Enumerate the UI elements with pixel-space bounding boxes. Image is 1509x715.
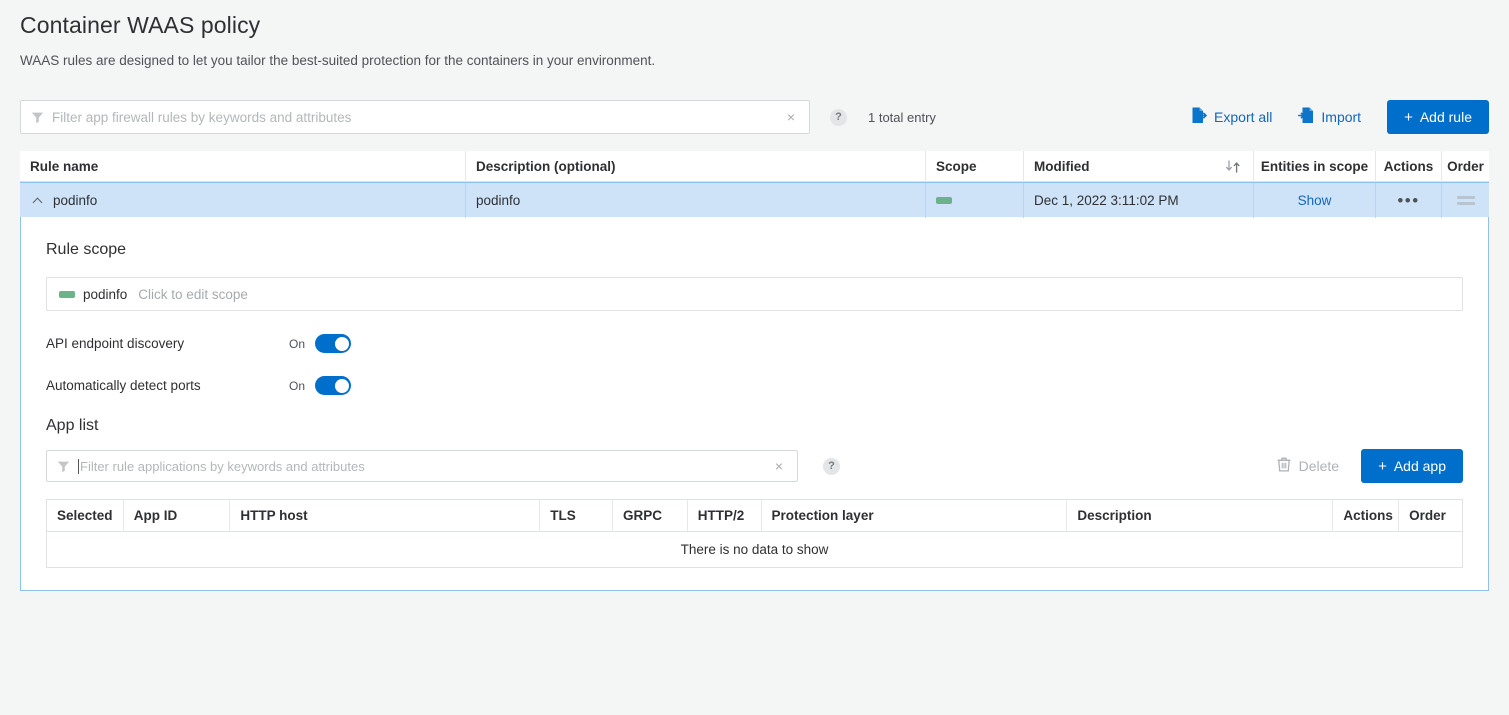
app-list-empty-message: There is no data to show — [47, 532, 1462, 567]
table-row[interactable]: podinfo podinfo Dec 1, 2022 3:11:02 PM S… — [20, 182, 1489, 217]
rule-name-label: podinfo — [53, 193, 97, 208]
add-rule-button[interactable]: + Add rule — [1387, 100, 1489, 134]
plus-icon: + — [1378, 459, 1387, 474]
cell-scope — [926, 183, 1024, 218]
app-list-toolbar: Filter rule applications by keywords and… — [46, 449, 1463, 483]
import-label: Import — [1321, 109, 1361, 125]
filter-icon — [31, 111, 44, 124]
cell-rule-name[interactable]: podinfo — [20, 183, 466, 218]
delete-app-label: Delete — [1299, 458, 1339, 474]
column-header-grpc[interactable]: GRPC — [613, 500, 688, 531]
column-header-http2[interactable]: HTTP/2 — [688, 500, 762, 531]
column-header-protection-layer[interactable]: Protection layer — [762, 500, 1068, 531]
cell-entities-in-scope[interactable]: Show — [1254, 183, 1376, 218]
cell-order[interactable] — [1442, 183, 1489, 218]
column-header-rule-name[interactable]: Rule name — [20, 151, 466, 182]
app-list-table: Selected App ID HTTP host TLS GRPC HTTP/… — [46, 499, 1463, 568]
app-list-help-icon[interactable]: ? — [823, 458, 840, 475]
rule-scope-value: podinfo — [83, 287, 127, 302]
export-icon — [1191, 107, 1214, 127]
rules-filter-placeholder: Filter app firewall rules by keywords an… — [52, 110, 779, 125]
column-header-order: Order — [1442, 151, 1489, 182]
column-header-actions: Actions — [1376, 151, 1442, 182]
delete-app-button[interactable]: Delete — [1277, 457, 1339, 475]
import-button[interactable]: Import — [1298, 107, 1361, 127]
page-header: Container WAAS policy WAAS rules are des… — [0, 0, 1509, 68]
cell-description: podinfo — [466, 183, 926, 218]
export-all-button[interactable]: Export all — [1191, 107, 1272, 127]
app-filter-input[interactable]: Filter rule applications by keywords and… — [46, 450, 798, 482]
column-header-entities-in-scope[interactable]: Entities in scope — [1254, 151, 1376, 182]
column-header-modified[interactable]: Modified — [1024, 151, 1254, 182]
add-rule-label: Add rule — [1420, 109, 1472, 125]
column-header-tls[interactable]: TLS — [540, 500, 613, 531]
export-all-label: Export all — [1214, 109, 1272, 125]
rules-filter-input[interactable]: Filter app firewall rules by keywords an… — [20, 100, 810, 134]
drag-handle-icon[interactable] — [1457, 196, 1475, 205]
rules-toolbar: Filter app firewall rules by keywords an… — [20, 98, 1489, 136]
rule-detail-panel: Rule scope podinfo Click to edit scope A… — [20, 217, 1489, 591]
api-endpoint-discovery-state: On — [289, 337, 305, 351]
show-entities-link[interactable]: Show — [1298, 193, 1332, 208]
column-header-app-order: Order — [1399, 500, 1462, 531]
app-list-table-header: Selected App ID HTTP host TLS GRPC HTTP/… — [47, 500, 1462, 532]
cell-actions[interactable]: ••• — [1376, 183, 1442, 218]
add-app-button[interactable]: + Add app — [1361, 449, 1463, 483]
column-header-modified-label: Modified — [1034, 151, 1090, 182]
add-app-label: Add app — [1394, 458, 1446, 474]
automatically-detect-ports-label: Automatically detect ports — [46, 378, 289, 393]
plus-icon: + — [1404, 110, 1413, 125]
api-endpoint-discovery-toggle[interactable] — [315, 334, 351, 353]
toggle-row-automatically-detect-ports: Automatically detect ports On — [46, 376, 1463, 395]
scope-chip-icon — [936, 197, 952, 204]
column-header-http-host[interactable]: HTTP host — [230, 500, 540, 531]
app-filter-clear-icon[interactable]: × — [767, 459, 791, 473]
sort-icon[interactable] — [1225, 160, 1243, 173]
rule-scope-hint: Click to edit scope — [138, 287, 248, 302]
trash-icon — [1277, 457, 1299, 475]
rule-scope-editor[interactable]: podinfo Click to edit scope — [46, 277, 1463, 311]
column-header-app-description[interactable]: Description — [1067, 500, 1333, 531]
column-header-selected[interactable]: Selected — [47, 500, 124, 531]
app-list-title: App list — [46, 417, 1463, 435]
column-header-app-id[interactable]: App ID — [124, 500, 231, 531]
api-endpoint-discovery-label: API endpoint discovery — [46, 336, 289, 351]
rules-filter-clear-icon[interactable]: × — [779, 110, 803, 124]
filter-icon — [57, 460, 70, 473]
rules-table-header: Rule name Description (optional) Scope M… — [20, 151, 1489, 182]
page-subtitle: WAAS rules are designed to let you tailo… — [20, 53, 1489, 68]
text-caret — [78, 459, 79, 474]
rules-table: Rule name Description (optional) Scope M… — [20, 151, 1489, 217]
toggle-row-api-endpoint-discovery: API endpoint discovery On — [46, 334, 1463, 353]
rule-scope-title: Rule scope — [46, 241, 1463, 259]
cell-modified: Dec 1, 2022 3:11:02 PM — [1024, 183, 1254, 218]
column-header-description[interactable]: Description (optional) — [466, 151, 926, 182]
scope-chip-icon — [59, 291, 75, 298]
automatically-detect-ports-state: On — [289, 379, 305, 393]
column-header-app-actions: Actions — [1333, 500, 1399, 531]
app-filter-placeholder: Filter rule applications by keywords and… — [80, 459, 767, 474]
more-actions-icon[interactable]: ••• — [1397, 192, 1419, 209]
column-header-scope[interactable]: Scope — [926, 151, 1024, 182]
import-icon — [1298, 107, 1321, 127]
chevron-up-icon[interactable] — [33, 197, 43, 207]
page-title: Container WAAS policy — [20, 12, 1489, 39]
automatically-detect-ports-toggle[interactable] — [315, 376, 351, 395]
total-entry-count: 1 total entry — [868, 110, 936, 125]
rules-help-icon[interactable]: ? — [830, 109, 847, 126]
